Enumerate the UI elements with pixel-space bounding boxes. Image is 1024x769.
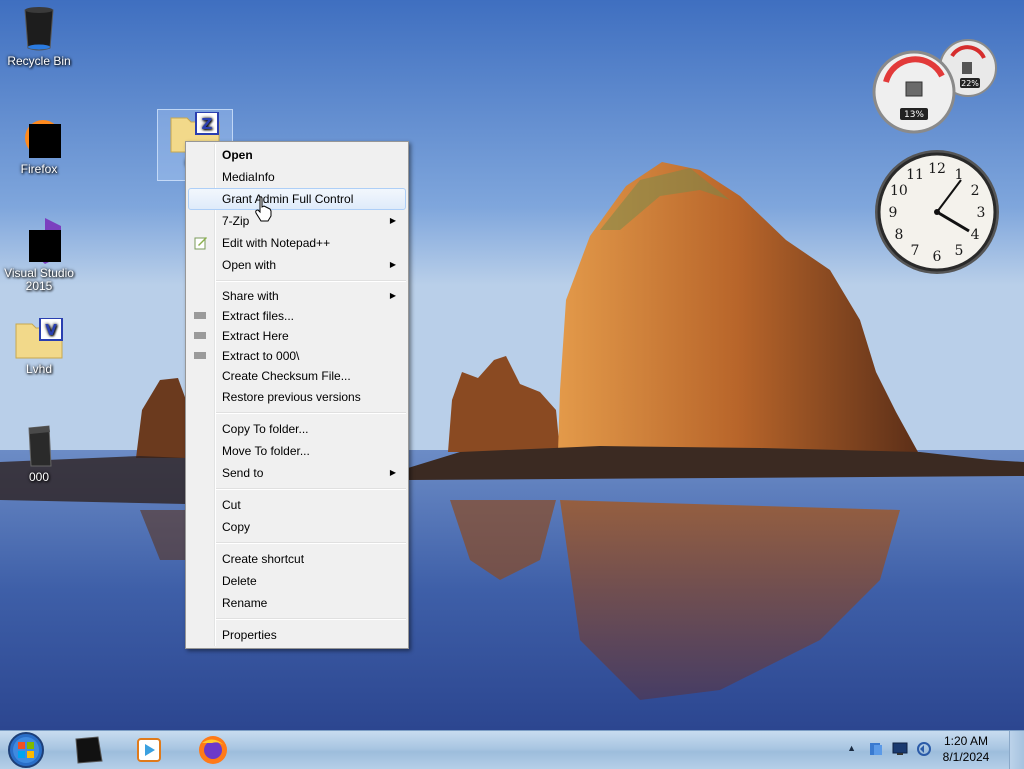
svg-text:V: V	[45, 321, 57, 339]
clock-numeral: 4	[971, 227, 980, 243]
menu-item-grant-admin[interactable]: Grant Admin Full Control	[188, 188, 406, 210]
clock-numeral: 1	[955, 167, 964, 183]
menu-item-open-with[interactable]: Open with ▶	[188, 254, 406, 276]
menu-item-create-shortcut[interactable]: Create shortcut	[188, 548, 406, 570]
folder-icon: V	[15, 318, 63, 359]
menu-item-extract-here[interactable]: Extract Here	[188, 326, 406, 346]
clock-numeral: 10	[890, 183, 908, 199]
taskbar-app-media-player[interactable]	[126, 733, 172, 767]
menu-separator	[216, 280, 406, 282]
menu-item-copy[interactable]: Copy	[188, 516, 406, 538]
archive-icon	[194, 312, 206, 319]
taskbar-app-firefox[interactable]	[190, 733, 236, 767]
menu-item-notepadpp[interactable]: Edit with Notepad++	[188, 232, 406, 254]
tray-security-icon[interactable]	[868, 741, 884, 757]
drive-icon	[28, 425, 52, 467]
menu-item-open[interactable]: Open	[188, 144, 406, 166]
mouse-cursor-icon	[255, 196, 272, 222]
clock-numeral: 11	[906, 167, 924, 183]
menu-item-extract-files[interactable]: Extract files...	[188, 306, 406, 326]
visual-studio-icon	[29, 218, 61, 264]
clock-numeral: 12	[928, 161, 946, 177]
archive-icon	[194, 352, 206, 359]
menu-separator	[216, 488, 406, 490]
context-menu: Open MediaInfo Grant Admin Full Control …	[185, 141, 409, 649]
menu-item-share-with[interactable]: Share with ▶	[188, 286, 406, 306]
svg-text:Z: Z	[202, 115, 213, 133]
menu-item-rename[interactable]: Rename	[188, 592, 406, 614]
clock-numeral: 3	[977, 205, 986, 221]
clock-numeral: 6	[933, 249, 942, 265]
cpu-meter-gadget[interactable]: 22% 13%	[872, 36, 1000, 136]
show-desktop-button[interactable]	[1009, 731, 1024, 769]
clock-numeral: 8	[894, 227, 903, 243]
menu-item-send-to[interactable]: Send to ▶	[188, 462, 406, 484]
menu-item-restore-versions[interactable]: Restore previous versions	[188, 386, 406, 408]
desktop-icon-label: Visual Studio 2015	[4, 266, 74, 293]
submenu-arrow-icon: ▶	[389, 468, 396, 477]
clock-numeral: 2	[971, 183, 980, 199]
firefox-icon	[25, 120, 61, 158]
menu-item-properties[interactable]: Properties	[188, 624, 406, 646]
submenu-arrow-icon: ▶	[389, 260, 396, 269]
menu-item-create-checksum[interactable]: Create Checksum File...	[188, 366, 406, 386]
desktop-icon-label: Lvhd	[25, 362, 53, 376]
menu-separator	[216, 618, 406, 620]
menu-item-7zip[interactable]: 7-Zip ▶	[188, 210, 406, 232]
menu-separator	[216, 542, 406, 544]
tray-network-icon[interactable]	[892, 742, 908, 756]
recycle-bin-icon	[24, 7, 54, 51]
clock-numeral: 5	[955, 243, 964, 259]
menu-item-cut[interactable]: Cut	[188, 494, 406, 516]
desktop-icon-firefox[interactable]: Firefox	[1, 112, 77, 176]
start-button[interactable]	[4, 731, 48, 769]
menu-item-mediainfo[interactable]: MediaInfo	[188, 166, 406, 188]
tray-clock-time[interactable]: 1:20 AM	[936, 734, 996, 748]
menu-item-copy-to-folder[interactable]: Copy To folder...	[188, 418, 406, 440]
tray-clock-date[interactable]: 8/1/2024	[936, 750, 996, 764]
desktop-wallpaper	[0, 0, 1024, 730]
menu-item-extract-to[interactable]: Extract to 000\	[188, 346, 406, 366]
taskbar-app-drive[interactable]	[66, 733, 112, 767]
tray-show-hidden-icon[interactable]: ▲	[847, 743, 856, 753]
notepadpp-icon	[194, 237, 207, 250]
clock-gadget[interactable]: 12 12 3 45678 9 1011	[873, 148, 1001, 276]
desktop-icon-recycle-bin[interactable]: Recycle Bin	[1, 6, 77, 68]
clock-numeral: 7	[911, 243, 920, 259]
cpu-percent: 13%	[904, 110, 924, 120]
desktop-icon-000[interactable]: 000	[1, 424, 77, 484]
archive-icon	[194, 332, 206, 339]
desktop-icon-lvhd[interactable]: V Lvhd	[1, 318, 77, 376]
menu-item-delete[interactable]: Delete	[188, 570, 406, 592]
desktop-icon-label: Recycle Bin	[7, 54, 71, 68]
clock-numeral: 9	[889, 205, 898, 221]
tray-volume-icon[interactable]	[916, 741, 932, 757]
desktop-icon-visual-studio[interactable]: Visual Studio 2015	[1, 216, 77, 293]
desktop-icon-label: 000	[28, 470, 50, 484]
submenu-arrow-icon: ▶	[389, 291, 396, 300]
desktop-icon-label: Firefox	[20, 162, 58, 176]
menu-item-move-to-folder[interactable]: Move To folder...	[188, 440, 406, 462]
submenu-arrow-icon: ▶	[389, 216, 396, 225]
memory-percent: 22%	[961, 79, 979, 88]
taskbar: ▲ 1:20 AM 8/1/2024	[0, 730, 1024, 769]
menu-separator	[216, 412, 406, 414]
